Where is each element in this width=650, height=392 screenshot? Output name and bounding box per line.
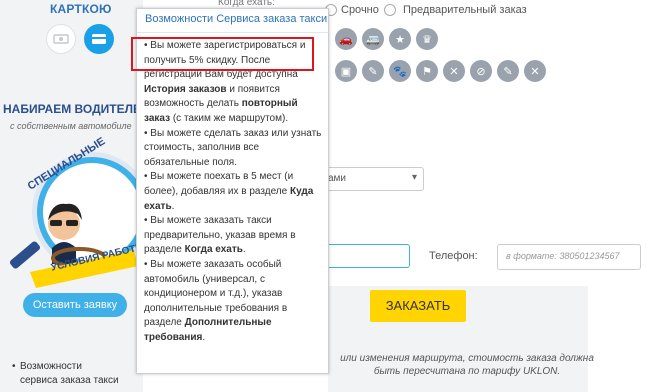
pre-order-label[interactable]: Предварительный заказ: [403, 4, 527, 16]
van-icon[interactable]: 🚐: [362, 28, 384, 50]
driver-badge[interactable]: СПЕЦИАЛЬНЫЕ УСЛОВИЯ РАБОТЫ: [4, 135, 152, 290]
popup-item: • Вы можете сделать заказ или узнать сто…: [144, 127, 324, 171]
page: КАРТКОЮ НАБИРАЕМ ВОДИТЕЛЕ с собственным …: [0, 0, 650, 392]
sidebar-list: • Возможности сервиса заказа такси: [12, 360, 120, 388]
phone-input[interactable]: в формате: 380501234567: [497, 244, 641, 270]
popup-body: • Вы можете зарегистрироваться и получит…: [144, 39, 324, 345]
popup-item: • Вы можете заказать такси предварительн…: [144, 214, 324, 258]
popup-item-bold: История заказов: [144, 83, 227, 95]
sidebar: КАРТКОЮ НАБИРАЕМ ВОДИТЕЛЕ с собственным …: [0, 0, 152, 392]
payment-select[interactable]: ами ▾: [328, 167, 424, 191]
sidebar-list-item[interactable]: Возможности сервиса заказа такси: [20, 360, 120, 388]
pre-order-radio[interactable]: [384, 4, 396, 16]
popup-item: • Вы можете заказать особый автомобиль (…: [144, 258, 324, 346]
popup-item: • Вы можете поехать в 5 мест (и более), …: [144, 170, 324, 214]
car-icon[interactable]: 🚗: [335, 28, 357, 50]
bullet-icon: •: [12, 361, 16, 372]
name-input[interactable]: [328, 244, 410, 268]
cash-icon[interactable]: [46, 24, 76, 54]
pen-icon[interactable]: ✎: [497, 60, 519, 82]
payment-select-value: ами: [328, 173, 347, 184]
popup-item-text: • Вы можете сделать заказ или узнать сто…: [144, 127, 322, 168]
car-class-icons: 🚗 🚐 ★ ♛: [335, 28, 447, 50]
popup-item-text: .: [242, 244, 246, 256]
order-button[interactable]: ЗАКАЗАТЬ: [370, 290, 466, 322]
payment-card-title: КАРТКОЮ: [50, 2, 112, 16]
popup-item-text: .: [202, 331, 206, 343]
mute-icon[interactable]: ✕: [524, 60, 546, 82]
flag-icon[interactable]: ⚑: [416, 60, 438, 82]
no-smoking-icon[interactable]: ⊘: [470, 60, 492, 82]
popup-item-text: • Вы можете поехать в 5 мест (и более), …: [144, 171, 294, 197]
hiring-subtitle: с собственным автомобиле: [10, 121, 132, 131]
apply-button[interactable]: Оставить заявку: [23, 293, 127, 317]
tariff-note-line1: или изменения маршрута, стоимость заказа…: [340, 353, 594, 364]
hiring-title: НАБИРАЕМ ВОДИТЕЛЕ: [3, 102, 142, 116]
options-icons: ▣ ✎ 🐾 ⚑ ✕ ⊘ ✎ ✕: [335, 60, 605, 82]
tariff-note: или изменения маршрута, стоимость заказа…: [337, 352, 597, 378]
uk-flag-icon[interactable]: ✕: [443, 60, 465, 82]
star-icon[interactable]: ★: [389, 28, 411, 50]
tariff-note-line2: быть пересчитана по тарифу UKLON.: [373, 366, 561, 377]
card-icon[interactable]: [84, 24, 114, 54]
popup-item-text: .: [171, 200, 175, 212]
payment-icons: [44, 24, 124, 56]
phone-label: Телефон:: [429, 250, 478, 262]
urgent-label[interactable]: Срочно: [341, 4, 379, 16]
highlight-box: [131, 37, 314, 71]
popup-item-bold: Когда ехать: [184, 244, 243, 256]
when-label: Когда ехать:: [218, 0, 275, 8]
popup-item-text: (с таким же маршрутом).: [170, 112, 289, 124]
chevron-down-icon: ▾: [411, 172, 417, 183]
popup-title: Возможности Сервиса заказа такси: [137, 9, 328, 33]
crown-icon[interactable]: ♛: [416, 28, 438, 50]
luggage-icon[interactable]: ▣: [335, 60, 357, 82]
pet-icon[interactable]: 🐾: [389, 60, 411, 82]
smoking-icon[interactable]: ✎: [362, 60, 384, 82]
